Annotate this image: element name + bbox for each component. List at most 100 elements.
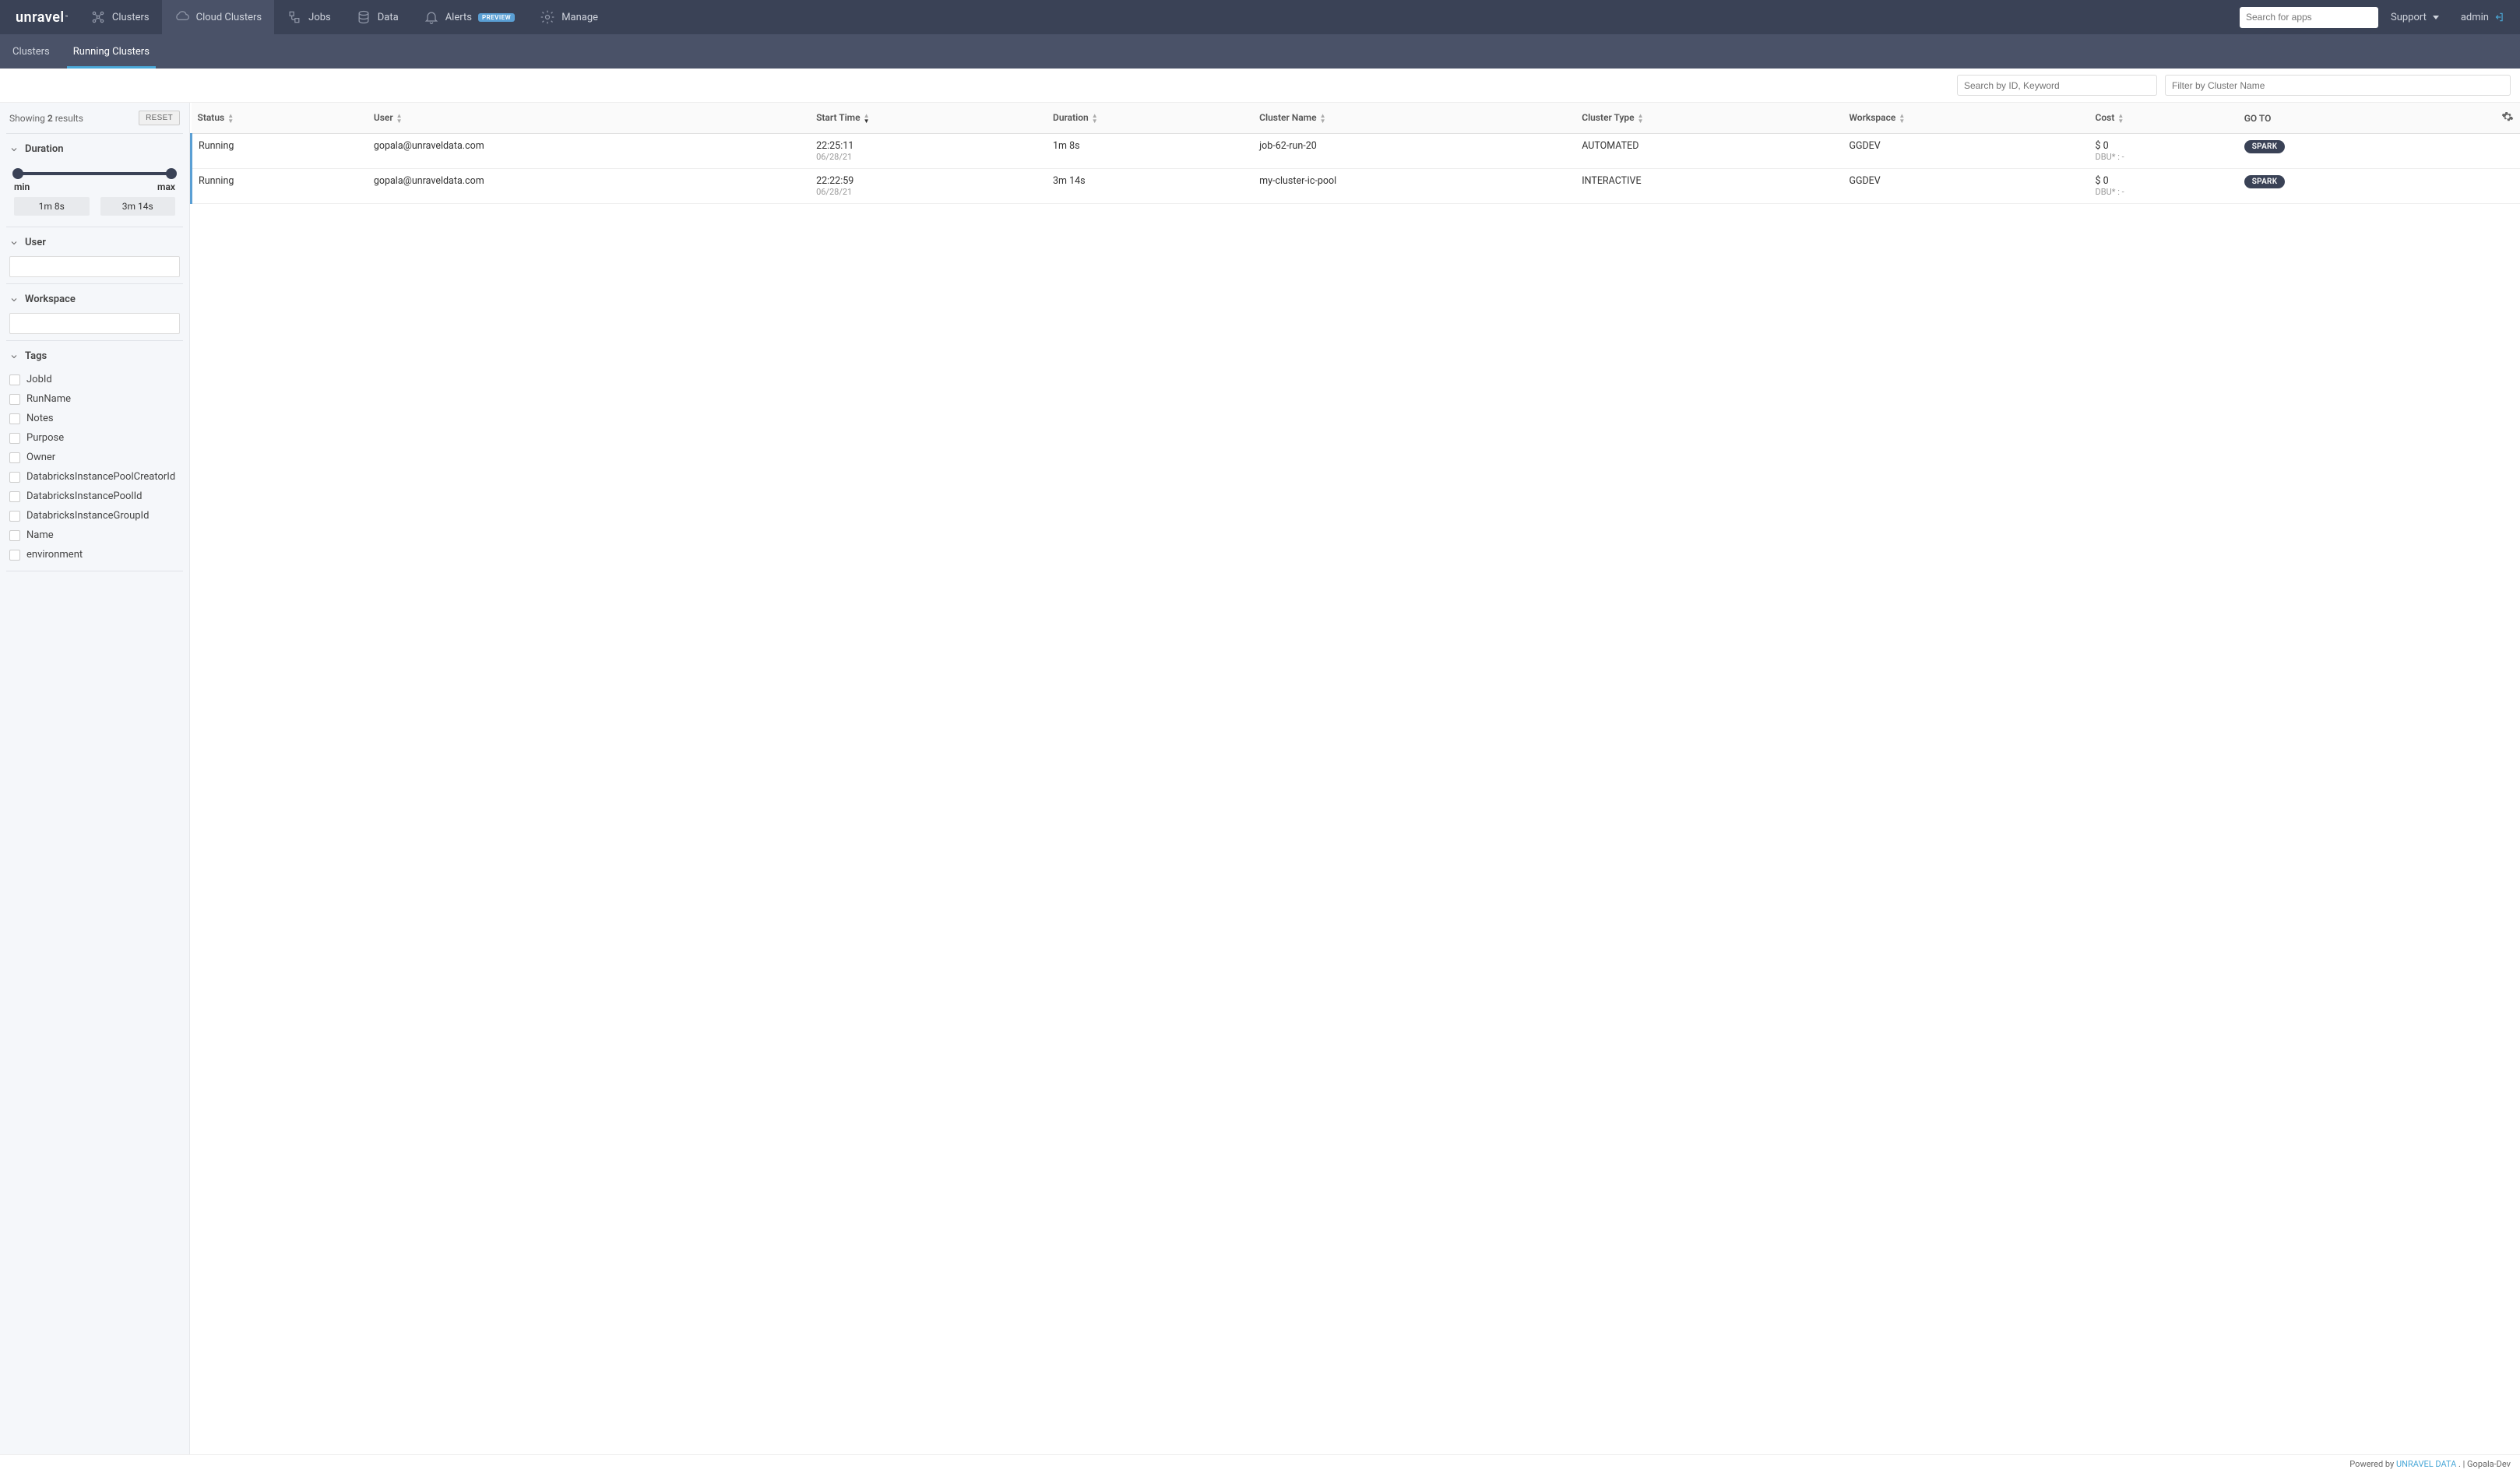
chevron-down-icon [9, 238, 19, 248]
filter-sidebar: Showing 2 results RESET Duration min max [0, 103, 190, 1454]
nav-data[interactable]: Data [343, 0, 411, 34]
tag-label: DatabricksInstancePoolId [26, 490, 143, 502]
nav-clusters[interactable]: Clusters [78, 0, 162, 34]
filter-user-toggle[interactable]: User [9, 234, 180, 251]
workspace-filter-input[interactable] [9, 313, 180, 334]
logout-icon [2494, 12, 2504, 23]
table-row[interactable]: Runninggopala@unraveldata.com22:22:5906/… [192, 169, 2520, 204]
filter-cluster-name-input[interactable] [2165, 75, 2511, 96]
clusters-icon [90, 9, 106, 25]
user-menu[interactable]: admin [2451, 12, 2514, 23]
tag-label: Purpose [26, 432, 64, 444]
checkbox-icon [9, 550, 20, 561]
data-icon [356, 9, 371, 25]
nav-alerts[interactable]: Alerts PREVIEW [411, 0, 528, 34]
search-id-input[interactable] [1957, 75, 2157, 96]
footer: Powered by UNRAVEL DATA . | Gopala-Dev [0, 1454, 2520, 1473]
tag-label: RunName [26, 393, 71, 405]
cell-user: gopala@unraveldata.com [368, 169, 810, 204]
cell-workspace: GGDEV [1842, 169, 2089, 204]
col-status[interactable]: Status▲▼ [192, 103, 368, 134]
cell-goto: SPARK [2238, 134, 2430, 169]
tag-checkbox-runname[interactable]: RunName [9, 389, 180, 409]
col-workspace[interactable]: Workspace▲▼ [1842, 103, 2089, 134]
nav-manage[interactable]: Manage [527, 0, 611, 34]
jobs-icon [287, 9, 302, 25]
slider-max-label: max [157, 181, 175, 192]
filter-bar [0, 69, 2520, 103]
filter-workspace-toggle[interactable]: Workspace [9, 290, 180, 308]
cell-start: 22:25:1106/28/21 [810, 134, 1047, 169]
tag-checkbox-databricksinstancepoolid[interactable]: DatabricksInstancePoolId [9, 487, 180, 506]
checkbox-icon [9, 413, 20, 424]
nav-label: Clusters [112, 12, 150, 23]
filter-tags-toggle[interactable]: Tags [9, 347, 180, 365]
table-settings-icon[interactable] [2501, 111, 2514, 123]
gear-icon [540, 9, 555, 25]
tag-checkbox-databricksinstancepoolcreatorid[interactable]: DatabricksInstancePoolCreatorId [9, 467, 180, 487]
cell-cost: $ 0DBU* : - [2089, 134, 2238, 169]
clusters-table-container: Status▲▼ User▲▼ Start Time▲▼ Duration▲▼ … [190, 103, 2520, 1454]
col-cluster-name[interactable]: Cluster Name▲▼ [1253, 103, 1575, 134]
tag-checkbox-owner[interactable]: Owner [9, 448, 180, 467]
nav-jobs[interactable]: Jobs [274, 0, 343, 34]
results-count: Showing 2 results [9, 113, 83, 124]
chevron-down-icon [9, 352, 19, 361]
reset-button[interactable]: RESET [139, 111, 180, 125]
filter-duration-toggle[interactable]: Duration [9, 140, 180, 158]
col-duration[interactable]: Duration▲▼ [1047, 103, 1253, 134]
tag-checkbox-jobid[interactable]: JobId [9, 370, 180, 389]
chevron-down-icon [9, 295, 19, 304]
user-filter-input[interactable] [9, 256, 180, 277]
bell-icon [424, 9, 439, 25]
col-start[interactable]: Start Time▲▼ [810, 103, 1047, 134]
footer-link[interactable]: UNRAVEL DATA [2396, 1459, 2456, 1469]
duration-slider[interactable] [14, 172, 175, 175]
search-apps-input[interactable] [2240, 7, 2378, 28]
col-cost[interactable]: Cost▲▼ [2089, 103, 2238, 134]
slider-thumb-max[interactable] [166, 168, 177, 179]
col-user[interactable]: User▲▼ [368, 103, 810, 134]
tag-checkbox-purpose[interactable]: Purpose [9, 428, 180, 448]
chevron-down-icon [9, 145, 19, 154]
tag-checkbox-name[interactable]: Name [9, 526, 180, 545]
checkbox-icon [9, 433, 20, 444]
slider-min-label: min [14, 181, 30, 192]
spark-link[interactable]: SPARK [2244, 140, 2286, 153]
tag-label: Owner [26, 452, 55, 463]
subtab-clusters[interactable]: Clusters [6, 34, 56, 69]
nav-label: Cloud Clusters [196, 12, 262, 23]
checkbox-icon [9, 452, 20, 463]
slider-thumb-min[interactable] [12, 168, 23, 179]
cell-start: 22:22:5906/28/21 [810, 169, 1047, 204]
table-row[interactable]: Runninggopala@unraveldata.com22:25:1106/… [192, 134, 2520, 169]
top-nav: unravel™ Clusters Cloud Clusters Jobs Da… [0, 0, 2520, 34]
nav-label: Manage [561, 12, 598, 23]
duration-max-value: 3m 14s [100, 197, 176, 216]
nav-cloud-clusters[interactable]: Cloud Clusters [162, 0, 275, 34]
nav-label: Data [378, 12, 399, 23]
checkbox-icon [9, 394, 20, 405]
subtab-running[interactable]: Running Clusters [67, 34, 156, 69]
checkbox-icon [9, 491, 20, 502]
spark-link[interactable]: SPARK [2244, 175, 2286, 188]
tag-label: Notes [26, 413, 54, 424]
support-dropdown[interactable]: Support [2378, 12, 2451, 23]
tag-checkbox-notes[interactable]: Notes [9, 409, 180, 428]
col-goto: GO TO [2238, 103, 2430, 134]
tag-label: DatabricksInstancePoolCreatorId [26, 471, 175, 483]
cell-cluster-type: INTERACTIVE [1575, 169, 1842, 204]
tag-checkbox-databricksinstancegroupid[interactable]: DatabricksInstanceGroupId [9, 506, 180, 526]
cell-user: gopala@unraveldata.com [368, 134, 810, 169]
nav-label: Jobs [308, 12, 331, 23]
cell-duration: 3m 14s [1047, 169, 1253, 204]
clusters-table: Status▲▼ User▲▼ Start Time▲▼ Duration▲▼ … [190, 103, 2520, 204]
brand-logo[interactable]: unravel™ [6, 9, 78, 26]
col-cluster-type[interactable]: Cluster Type▲▼ [1575, 103, 1842, 134]
tag-label: environment [26, 549, 83, 561]
cloud-icon [174, 9, 190, 25]
cell-cost: $ 0DBU* : - [2089, 169, 2238, 204]
tag-checkbox-environment[interactable]: environment [9, 545, 180, 564]
tag-label: JobId [26, 374, 52, 385]
cell-cluster-name: my-cluster-ic-pool [1253, 169, 1575, 204]
